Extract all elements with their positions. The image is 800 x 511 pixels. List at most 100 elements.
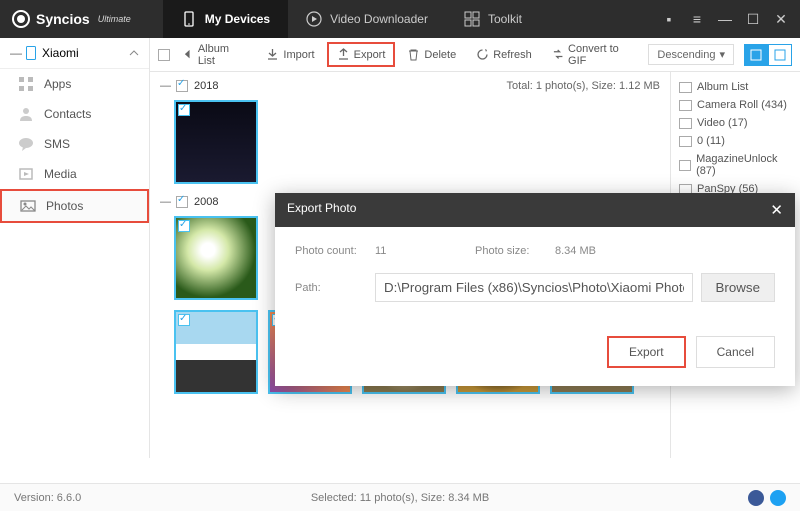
sidebar-item-photos[interactable]: Photos <box>0 189 149 223</box>
trash-icon <box>407 48 420 61</box>
collapse-icon: — <box>10 46 20 60</box>
photo-count-value: 11 <box>375 245 475 257</box>
app-logo: Syncios Ultimate <box>0 10 143 28</box>
sidebar-item-label: Apps <box>44 77 71 91</box>
video-icon <box>679 118 692 129</box>
album-label: Video (17) <box>697 117 748 129</box>
twitter-icon[interactable] <box>770 490 786 506</box>
close-button[interactable]: ✕ <box>774 12 788 26</box>
year-label: 2008 <box>194 196 218 208</box>
import-button[interactable]: Import <box>258 44 322 65</box>
sidebar: — Xiaomi Apps Contacts SMS Media Photos <box>0 38 150 458</box>
collapse-icon: — <box>160 196 170 208</box>
album-item[interactable]: 0 (11) <box>675 132 796 150</box>
tab-video-downloader[interactable]: Video Downloader <box>288 0 446 38</box>
album-label: MagazineUnlock (87) <box>696 153 792 177</box>
window-controls: ▪ ≡ — ☐ ✕ <box>662 12 800 26</box>
sidebar-item-label: SMS <box>44 137 70 151</box>
tab-label: Toolkit <box>488 12 522 26</box>
grid-view-button[interactable] <box>744 44 768 66</box>
device-icon <box>181 11 197 27</box>
photo-size-value: 8.34 MB <box>555 245 655 257</box>
path-label: Path: <box>295 282 375 294</box>
menu-icon[interactable]: ≡ <box>690 12 704 26</box>
dialog-title: Export Photo <box>287 201 356 219</box>
refresh-icon <box>476 48 489 61</box>
export-dialog: Export Photo ✕ Photo count: 11 Photo siz… <box>275 193 795 386</box>
dialog-export-button[interactable]: Export <box>607 336 686 368</box>
tab-my-devices[interactable]: My Devices <box>163 0 288 38</box>
album-list-button[interactable]: Album List <box>174 39 255 71</box>
toolbar: Album List Import Export Delete Refresh … <box>150 38 800 72</box>
back-arrow-icon <box>182 48 194 61</box>
chevron-down-icon: ▾ <box>719 48 725 61</box>
facebook-icon[interactable] <box>748 490 764 506</box>
photo-thumbnail[interactable] <box>174 216 258 300</box>
chat-icon[interactable]: ▪ <box>662 12 676 26</box>
folder-icon <box>679 136 692 147</box>
convert-icon <box>552 48 564 61</box>
view-toggle <box>744 44 792 66</box>
import-icon <box>266 48 279 61</box>
photo-size-label: Photo size: <box>475 245 555 257</box>
sidebar-item-contacts[interactable]: Contacts <box>0 99 149 129</box>
minimize-button[interactable]: — <box>718 12 732 26</box>
sidebar-item-media[interactable]: Media <box>0 159 149 189</box>
sidebar-item-sms[interactable]: SMS <box>0 129 149 159</box>
photo-thumbnail[interactable] <box>174 100 258 184</box>
device-header[interactable]: — Xiaomi <box>0 38 149 69</box>
camera-icon <box>679 100 692 111</box>
tab-label: My Devices <box>205 12 270 26</box>
export-button[interactable]: Export <box>327 42 396 67</box>
main-area: — Xiaomi Apps Contacts SMS Media Photos <box>0 38 800 458</box>
refresh-button[interactable]: Refresh <box>468 44 540 65</box>
folder-icon <box>679 82 692 93</box>
year-label: 2018 <box>194 80 218 92</box>
contacts-icon <box>18 106 34 122</box>
album-item[interactable]: Video (17) <box>675 114 796 132</box>
convert-gif-button[interactable]: Convert to GIF <box>544 39 645 71</box>
app-name: Syncios <box>36 11 90 27</box>
sidebar-item-apps[interactable]: Apps <box>0 69 149 99</box>
sort-label: Descending <box>657 49 715 61</box>
btn-label: Delete <box>424 49 456 61</box>
selection-status: Selected: 11 photo(s), Size: 8.34 MB <box>311 492 489 504</box>
path-input[interactable] <box>375 273 693 302</box>
tab-label: Video Downloader <box>330 12 428 26</box>
media-icon <box>18 166 34 182</box>
album-header-label: Album List <box>697 81 748 93</box>
tab-toolkit[interactable]: Toolkit <box>446 0 540 38</box>
social-links <box>748 490 786 506</box>
chevron-up-icon <box>129 48 139 58</box>
statusbar: Version: 6.6.0 Selected: 11 photo(s), Si… <box>0 483 800 511</box>
sidebar-item-label: Media <box>44 167 77 181</box>
btn-label: Import <box>283 49 314 61</box>
sms-icon <box>18 136 34 152</box>
folder-icon <box>679 160 691 171</box>
photo-thumbnail[interactable] <box>174 310 258 394</box>
list-view-button[interactable] <box>768 44 792 66</box>
thumb-checkbox[interactable] <box>178 314 190 326</box>
dialog-cancel-button[interactable]: Cancel <box>696 336 775 368</box>
sidebar-item-label: Contacts <box>44 107 91 121</box>
album-item[interactable]: MagazineUnlock (87) <box>675 150 796 180</box>
group-checkbox[interactable] <box>176 80 188 92</box>
sort-dropdown[interactable]: Descending ▾ <box>648 44 734 65</box>
maximize-button[interactable]: ☐ <box>746 12 760 26</box>
group-stats: Total: 1 photo(s), Size: 1.12 MB <box>507 80 660 92</box>
album-label: 0 (11) <box>697 135 725 147</box>
thumb-checkbox[interactable] <box>178 220 190 232</box>
group-checkbox[interactable] <box>176 196 188 208</box>
browse-button[interactable]: Browse <box>701 273 775 302</box>
btn-label: Export <box>354 49 386 61</box>
album-list-header[interactable]: Album List <box>675 78 796 96</box>
btn-label: Convert to GIF <box>568 43 636 67</box>
album-item[interactable]: Camera Roll (434) <box>675 96 796 114</box>
version-label: Version: 6.6.0 <box>14 492 81 504</box>
delete-button[interactable]: Delete <box>399 44 464 65</box>
thumb-checkbox[interactable] <box>178 104 190 116</box>
dialog-close-button[interactable]: ✕ <box>770 201 783 219</box>
select-all-checkbox[interactable] <box>158 49 170 61</box>
content-area: Album List Import Export Delete Refresh … <box>150 38 800 458</box>
year-group-header[interactable]: — 2018 Total: 1 photo(s), Size: 1.12 MB <box>160 78 660 94</box>
